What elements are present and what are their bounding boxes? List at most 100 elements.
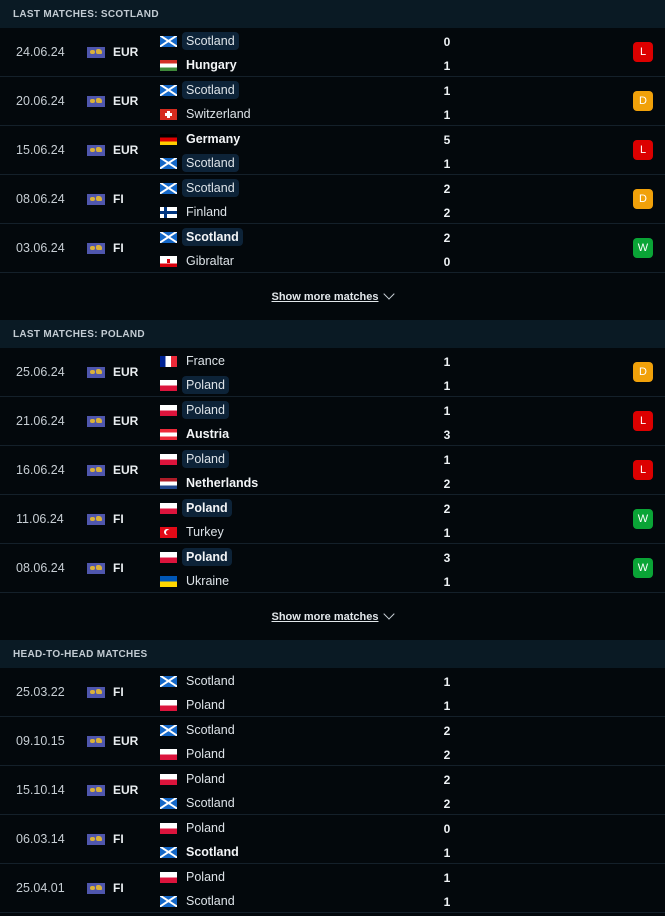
away-team[interactable]: Finland: [160, 202, 231, 222]
competition-label: FI: [113, 561, 124, 575]
competition-world-icon: [87, 367, 105, 378]
away-score: 3: [443, 428, 451, 442]
match-list: 24.06.24 EUR Scotland Hungary 0 1 L 20.0…: [0, 28, 665, 273]
netherlands-flag-icon: [160, 477, 177, 489]
chevron-down-icon[interactable]: [383, 608, 396, 620]
away-score: 1: [443, 379, 451, 393]
scotland-flag-icon: [160, 895, 177, 907]
poland-flag-icon: [160, 502, 177, 514]
away-team[interactable]: Scotland: [160, 153, 239, 173]
competition-world-icon: [87, 243, 105, 254]
result-badge: L: [633, 140, 653, 160]
home-score: 1: [443, 404, 451, 418]
result-badge: W: [633, 558, 653, 578]
home-team[interactable]: Germany: [160, 129, 244, 149]
competition-label: FI: [113, 832, 124, 846]
show-more-matches-link[interactable]: Show more matches: [272, 611, 379, 623]
match-list: 25.06.24 EUR France Poland 1 1 D 21.06.2…: [0, 348, 665, 593]
match-row[interactable]: 25.06.24 EUR France Poland 1 1 D: [0, 348, 665, 397]
away-team[interactable]: Scotland: [160, 891, 239, 911]
poland-flag-icon: [160, 822, 177, 834]
home-team[interactable]: Scotland: [160, 227, 243, 247]
match-date: 20.06.24: [16, 94, 65, 108]
home-team[interactable]: France: [160, 351, 229, 371]
scotland-flag-icon: [160, 675, 177, 687]
home-score: 2: [443, 502, 451, 516]
match-row[interactable]: 03.06.24 FI Scotland Gibraltar 2 0 W: [0, 224, 665, 273]
match-row[interactable]: 16.06.24 EUR Poland Netherlands 1 2 L: [0, 446, 665, 495]
competition-world-icon: [87, 736, 105, 747]
match-row[interactable]: 20.06.24 EUR Scotland Switzerland 1 1 D: [0, 77, 665, 126]
match-row[interactable]: 24.06.24 EUR Scotland Hungary 0 1 L: [0, 28, 665, 77]
match-date: 24.06.24: [16, 45, 65, 59]
home-team[interactable]: Poland: [160, 818, 229, 838]
match-date: 15.10.14: [16, 783, 65, 797]
home-team[interactable]: Scotland: [160, 80, 239, 100]
away-team[interactable]: Netherlands: [160, 473, 262, 493]
away-team[interactable]: Scotland: [160, 842, 243, 862]
home-team[interactable]: Scotland: [160, 31, 239, 51]
away-team[interactable]: Poland: [160, 744, 229, 764]
away-team-name: Finland: [186, 205, 227, 219]
match-row[interactable]: 06.03.14 FI Poland Scotland 0 1: [0, 815, 665, 864]
away-team-name: Scotland: [186, 796, 235, 810]
away-team[interactable]: Ukraine: [160, 571, 233, 591]
chevron-down-icon[interactable]: [383, 288, 396, 300]
home-score: 0: [443, 822, 451, 836]
home-team[interactable]: Scotland: [160, 671, 239, 691]
matches-page: LAST MATCHES: SCOTLAND 24.06.24 EUR Scot…: [0, 0, 665, 913]
competition-label: EUR: [113, 365, 139, 379]
home-team[interactable]: Poland: [160, 547, 232, 567]
competition-world-icon: [87, 785, 105, 796]
austria-flag-icon: [160, 428, 177, 440]
away-team[interactable]: Scotland: [160, 793, 239, 813]
scotland-flag-icon: [160, 35, 177, 47]
match-row[interactable]: 09.10.15 EUR Scotland Poland 2 2: [0, 717, 665, 766]
away-team[interactable]: Poland: [160, 375, 229, 395]
away-score: 2: [443, 206, 451, 220]
match-date: 16.06.24: [16, 463, 65, 477]
match-date: 15.06.24: [16, 143, 65, 157]
poland-flag-icon: [160, 551, 177, 563]
away-team[interactable]: Poland: [160, 695, 229, 715]
home-team[interactable]: Scotland: [160, 178, 239, 198]
match-row[interactable]: 25.04.01 FI Poland Scotland 1 1: [0, 864, 665, 913]
away-score: 1: [443, 59, 451, 73]
away-team-name: Poland: [186, 698, 225, 712]
match-row[interactable]: 08.06.24 FI Poland Ukraine 3 1 W: [0, 544, 665, 593]
match-date: 11.06.24: [16, 512, 64, 526]
home-team-name: Poland: [186, 772, 225, 786]
poland-flag-icon: [160, 404, 177, 416]
home-team[interactable]: Poland: [160, 498, 232, 518]
home-team[interactable]: Poland: [160, 400, 229, 420]
home-team-name: Scotland: [186, 723, 235, 737]
germany-flag-icon: [160, 133, 177, 145]
away-team-name: Gibraltar: [186, 254, 234, 268]
match-row[interactable]: 08.06.24 FI Scotland Finland 2 2 D: [0, 175, 665, 224]
away-team[interactable]: Turkey: [160, 522, 228, 542]
home-team[interactable]: Poland: [160, 769, 229, 789]
home-score: 2: [443, 773, 451, 787]
poland-flag-icon: [160, 871, 177, 883]
result-badge: L: [633, 460, 653, 480]
competition-label: EUR: [113, 463, 139, 477]
show-more-matches-link[interactable]: Show more matches: [272, 291, 379, 303]
result-badge: D: [633, 91, 653, 111]
match-row[interactable]: 15.10.14 EUR Poland Scotland 2 2: [0, 766, 665, 815]
match-row[interactable]: 21.06.24 EUR Poland Austria 1 3 L: [0, 397, 665, 446]
match-row[interactable]: 11.06.24 FI Poland Turkey 2 1 W: [0, 495, 665, 544]
competition-label: FI: [113, 685, 124, 699]
home-team[interactable]: Scotland: [160, 720, 239, 740]
match-row[interactable]: 25.03.22 FI Scotland Poland 1 1: [0, 668, 665, 717]
competition-label: EUR: [113, 414, 139, 428]
away-team[interactable]: Gibraltar: [160, 251, 238, 271]
home-score: 0: [443, 35, 451, 49]
home-team[interactable]: Poland: [160, 867, 229, 887]
home-team-name: Poland: [186, 821, 225, 835]
scotland-flag-icon: [160, 724, 177, 736]
home-team[interactable]: Poland: [160, 449, 229, 469]
match-row[interactable]: 15.06.24 EUR Germany Scotland 5 1 L: [0, 126, 665, 175]
away-team[interactable]: Austria: [160, 424, 233, 444]
away-team[interactable]: Switzerland: [160, 104, 255, 124]
away-team[interactable]: Hungary: [160, 55, 241, 75]
